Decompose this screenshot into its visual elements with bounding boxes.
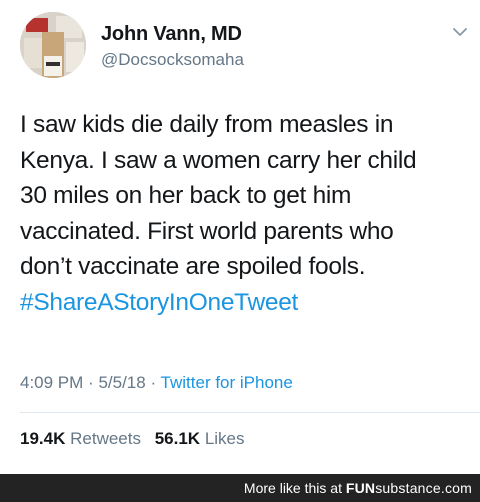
tweet-card: John Vann, MD @Docsocksomaha I saw kids … (0, 0, 480, 474)
avatar[interactable] (20, 12, 86, 78)
footer-brand-light: substance (375, 480, 441, 496)
likes-count: 56.1K (154, 429, 201, 448)
tweet-stats: 19.4K Retweets 56.1K Likes (20, 428, 254, 450)
author-handle[interactable]: @Docsocksomaha (101, 49, 244, 71)
retweets-count: 19.4K (20, 429, 66, 448)
footer-brand-suffix: .com (440, 480, 472, 496)
footer-brand[interactable]: FUNsubstance.com (346, 480, 472, 496)
tweet-time[interactable]: 4:09 PM (20, 373, 83, 392)
likes-stat[interactable]: 56.1K Likes (155, 429, 245, 448)
retweets-label: Retweets (70, 429, 141, 448)
tweet-header: John Vann, MD @Docsocksomaha (20, 12, 470, 82)
tweet-meta: 4:09 PM · 5/5/18 · Twitter for iPhone (20, 372, 293, 394)
meta-separator: · (150, 373, 157, 392)
tweet-text-line: Kenya. I saw a women carry her child (20, 146, 417, 174)
tweet-text: I saw kids die daily from measles in Ken… (20, 107, 470, 320)
tweet-text-line: don’t vaccinate are spoiled fools. (20, 253, 366, 280)
tweet-source-link[interactable]: Twitter for iPhone (161, 373, 293, 392)
watermark-footer: More like this at FUNsubstance.com (0, 474, 480, 502)
divider (20, 412, 480, 413)
chevron-down-icon[interactable] (450, 22, 470, 42)
footer-text: More like this at (243, 480, 342, 496)
avatar-image (20, 12, 86, 78)
hashtag-link[interactable]: #ShareAStoryInOneTweet (20, 285, 470, 321)
footer-brand-bold: FUN (345, 480, 376, 496)
author-names: John Vann, MD @Docsocksomaha (101, 22, 244, 71)
meta-separator: · (88, 373, 94, 392)
tweet-date[interactable]: 5/5/18 (98, 373, 145, 392)
tweet-text-line: 30 miles on her back to get him (20, 182, 352, 209)
tweet-text-line: I saw kids die daily from measles in (20, 111, 394, 138)
author-display-name[interactable]: John Vann, MD (101, 22, 244, 46)
likes-label: Likes (204, 429, 245, 448)
tweet-text-line: vaccinated. First world parents who (20, 217, 394, 245)
retweets-stat[interactable]: 19.4K Retweets (20, 429, 146, 448)
